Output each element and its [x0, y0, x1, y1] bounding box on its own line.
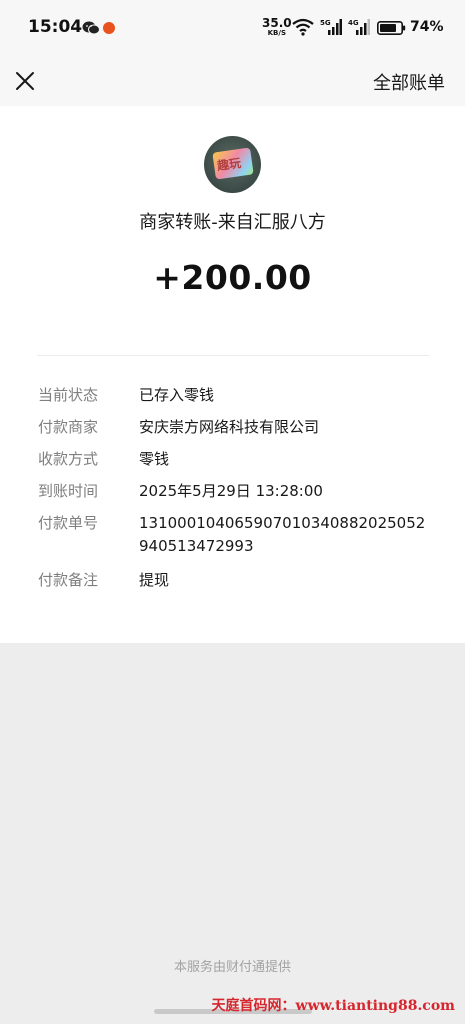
merchant-logo-icon: 趣玩 [212, 147, 254, 180]
detail-label: 当前状态 [38, 386, 99, 404]
battery-icon [377, 21, 406, 35]
transaction-amount: +200.00 [153, 258, 312, 297]
watermark: 天庭首码网：www.tianting88.com [211, 998, 455, 1014]
signal-4g-label: 4G [348, 19, 359, 27]
merchant-logo-text: 趣玩 [216, 155, 242, 174]
detail-label: 到账时间 [38, 482, 99, 500]
app-notification-icon [103, 22, 115, 34]
merchant-title: 商家转账-来自汇服八方 [139, 212, 326, 233]
network-speed-unit: KB/S [267, 29, 286, 37]
network-speed-value: 35.0 [262, 16, 292, 30]
detail-label: 付款备注 [38, 571, 99, 589]
detail-label: 付款商家 [38, 418, 99, 436]
signal-5g-label: 5G [320, 19, 331, 27]
detail-label: 付款单号 [38, 514, 99, 532]
wechat-icon [82, 21, 100, 35]
status-bar: 15:04 35.0 KB/S 5G 4G 74% [0, 0, 465, 56]
detail-value: 安庆崇方网络科技有限公司 [139, 418, 320, 436]
signal-5g-icon: 5G [320, 19, 342, 35]
detail-value: 2025年5月29日 13:28:00 [139, 482, 323, 500]
order-number-value[interactable]: 1310001040659070103408820250529405134729… [139, 512, 429, 558]
signal-4g-icon: 4G [348, 19, 370, 35]
transaction-card: 趣玩 商家转账-来自汇服八方 +200.00 当前状态 已存入零钱 付款商家 安… [0, 106, 465, 643]
all-bills-link[interactable]: 全部账单 [373, 69, 445, 95]
detail-label: 收款方式 [38, 450, 99, 468]
detail-value: 已存入零钱 [139, 386, 215, 404]
provider-note: 本服务由财付通提供 [173, 960, 291, 975]
detail-value: 零钱 [139, 450, 170, 468]
divider [37, 355, 429, 356]
battery-percent: 74% [410, 19, 444, 35]
network-speed: 35.0 KB/S [262, 16, 292, 37]
nav-bar: 全部账单 [0, 56, 465, 106]
close-icon[interactable] [12, 68, 38, 94]
merchant-avatar: 趣玩 [204, 136, 261, 193]
detail-value: 提现 [139, 571, 170, 589]
wifi-icon [292, 18, 314, 36]
status-time: 15:04 [28, 17, 83, 37]
